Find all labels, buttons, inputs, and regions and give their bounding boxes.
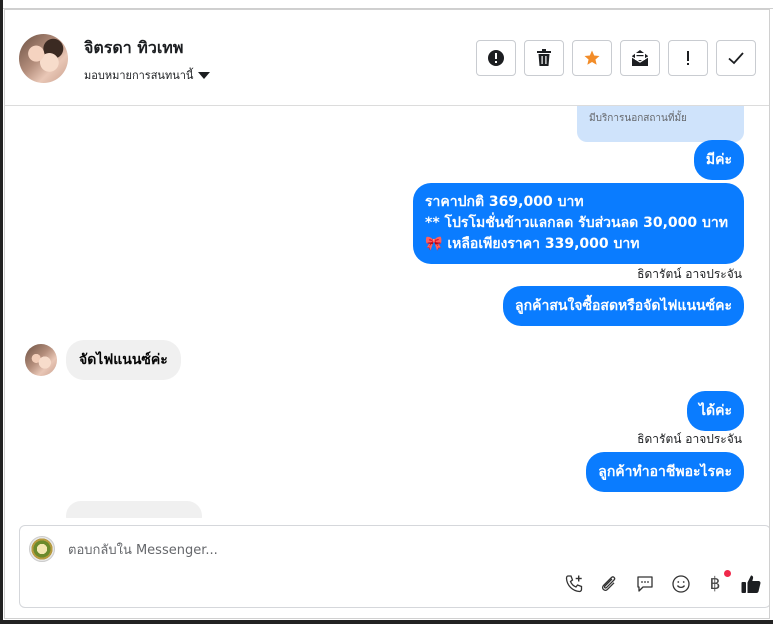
- phone-plus-icon[interactable]: [563, 573, 585, 595]
- conversation-panel: จิตรดา ทิวเทพ มอบหมายการสนทนานี้ มีบริกา…: [4, 9, 770, 619]
- page-avatar-icon: [29, 536, 55, 562]
- notification-dot: [724, 570, 731, 577]
- baht-icon[interactable]: ฿: [704, 573, 726, 595]
- reply-composer: ฿: [19, 525, 769, 608]
- quoted-message: มีบริการนอกสถานที่มั้ย: [577, 106, 744, 142]
- message-line: ** โปรโมชั่นข้าวแลกลด รับส่วนลด 30,000 บ…: [425, 215, 728, 231]
- message-line: 🎀 เหลือเพียงราคา 339,000 บาท: [425, 234, 732, 255]
- contact-avatar[interactable]: [19, 34, 68, 83]
- assign-conversation-dropdown[interactable]: มอบหมายการสนทนานี้: [84, 66, 211, 84]
- star-icon: [584, 50, 600, 65]
- mark-unread-button[interactable]: [620, 40, 660, 76]
- exclamation-icon: [687, 51, 689, 65]
- ribbon-emoji: 🎀: [425, 236, 443, 252]
- paperclip-icon[interactable]: [598, 573, 620, 595]
- contact-avatar-small[interactable]: [25, 344, 57, 376]
- alert-circle-icon: [488, 50, 504, 66]
- spam-button[interactable]: [476, 40, 516, 76]
- assign-label: มอบหมายการสนทนานี้: [84, 69, 194, 82]
- message-bubble-outgoing[interactable]: ลูกค้าสนใจซื้อสดหรือจัดไฟแนนซ์คะ: [503, 286, 744, 326]
- window-bottom-edge: [0, 620, 773, 624]
- trash-icon: [537, 49, 551, 66]
- window-top-edge: [0, 0, 773, 9]
- reply-input[interactable]: [68, 540, 548, 560]
- envelope-icon: [631, 50, 649, 66]
- contact-name[interactable]: จิตรดา ทิวเทพ: [84, 36, 183, 61]
- chat-bubble-icon[interactable]: [634, 573, 656, 595]
- star-button[interactable]: [572, 40, 612, 76]
- follow-up-button[interactable]: [668, 40, 708, 76]
- sender-name: ธิดารัตน์ อาจประจัน: [637, 267, 742, 281]
- message-line-text: เหลือเพียงราคา 339,000 บาท: [447, 236, 640, 252]
- baht-symbol: ฿: [709, 574, 721, 594]
- done-button[interactable]: [716, 40, 756, 76]
- sender-name: ธิดารัตน์ อาจประจัน: [637, 432, 742, 446]
- message-bubble-outgoing[interactable]: ได้ค่ะ: [686, 391, 744, 431]
- window-left-edge: [0, 0, 3, 624]
- message-bubble-outgoing[interactable]: ราคาปกติ 369,000 บาท ** โปรโมชั่นข้าวแลก…: [413, 183, 744, 264]
- conversation-header: จิตรดา ทิวเทพ มอบหมายการสนทนานี้: [5, 10, 769, 106]
- message-bubble-incoming-partial[interactable]: [66, 501, 202, 518]
- message-bubble-outgoing[interactable]: ลูกค้าทำอาชีพอะไรคะ: [586, 452, 744, 492]
- message-thread[interactable]: มีบริการนอกสถานที่มั้ย มีค่ะ ราคาปกติ 36…: [5, 106, 769, 518]
- smiley-icon[interactable]: [670, 573, 692, 595]
- thumbs-up-icon[interactable]: [740, 573, 762, 595]
- caret-down-icon: [198, 72, 211, 79]
- message-bubble-incoming[interactable]: จัดไฟแนนซ์ค่ะ: [66, 340, 181, 380]
- message-bubble-outgoing[interactable]: มีค่ะ: [693, 140, 744, 180]
- check-icon: [728, 52, 744, 65]
- delete-button[interactable]: [524, 40, 564, 76]
- message-line: ราคาปกติ 369,000 บาท: [425, 194, 584, 210]
